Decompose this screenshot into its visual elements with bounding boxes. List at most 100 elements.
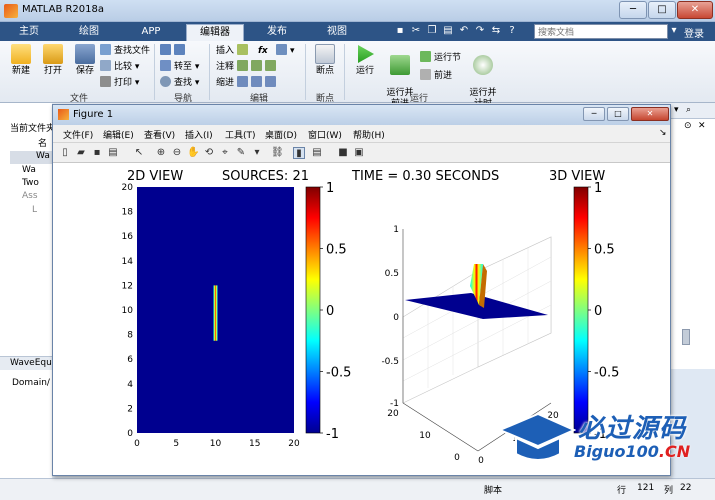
filter-icon[interactable]: ▾ — [668, 25, 680, 37]
run-section-icon — [420, 51, 431, 62]
y3d-tick-label: 10 — [419, 431, 431, 441]
file-item[interactable]: Ass — [22, 191, 38, 201]
pan-icon[interactable]: ✋ — [187, 147, 199, 159]
menu-tools[interactable]: 工具(T) — [225, 128, 256, 141]
file-item[interactable]: Wa — [10, 151, 52, 164]
file-item[interactable]: Wa — [22, 165, 36, 175]
rotate-3d-icon[interactable]: ⟲ — [203, 147, 215, 159]
file-item[interactable]: L — [32, 205, 37, 215]
find-button[interactable]: 查找 ▾ — [160, 76, 199, 90]
copy-quick-icon[interactable]: ❐ — [426, 25, 438, 37]
redo-quick-icon[interactable]: ↷ — [474, 25, 486, 37]
tab-apps[interactable]: APP — [128, 24, 174, 41]
domain-label: Domain/ — [12, 378, 50, 388]
brush-menu-icon[interactable]: ▾ — [251, 147, 263, 159]
link-plot-icon[interactable]: ⛓ — [271, 147, 284, 159]
colorbar-tick-label: -1 — [326, 427, 339, 442]
dock-arrow-icon[interactable]: ↘ — [659, 128, 667, 138]
tab-home[interactable]: 主页 — [6, 24, 52, 41]
data-cursor-icon[interactable]: ⌖ — [219, 147, 231, 159]
run-icon — [358, 45, 374, 63]
file-item[interactable]: Two — [22, 178, 39, 188]
switch-window-icon[interactable]: ⇆ — [490, 25, 502, 37]
save-figure-icon[interactable]: ▪ — [91, 147, 103, 159]
close-panel-icon[interactable]: ✕ — [698, 121, 706, 131]
show-plot-tools-icon[interactable]: ▣ — [353, 147, 365, 159]
colorbar-toggle-icon[interactable]: ▮ — [293, 147, 305, 159]
menu-window[interactable]: 窗口(W) — [308, 128, 342, 141]
colorbar-tick-label: 0 — [594, 304, 602, 319]
back-forward-buttons[interactable] — [160, 44, 188, 58]
close-button[interactable]: ✕ — [677, 1, 713, 19]
new-icon — [11, 44, 31, 64]
col-label: 列 — [664, 486, 674, 496]
help-quick-icon[interactable]: ? — [506, 25, 518, 37]
new-button[interactable]: 新建 — [6, 44, 36, 77]
undo-quick-icon[interactable]: ↶ — [458, 25, 470, 37]
colorbar-tick-label: 0 — [326, 304, 334, 319]
collapse-icon[interactable]: ⊙ — [684, 121, 692, 131]
new-figure-icon[interactable]: ▯ — [59, 147, 71, 159]
login-button[interactable]: 登录 — [684, 25, 704, 40]
print-figure-icon[interactable]: ▤ — [107, 147, 119, 159]
x-tick-label: 10 — [210, 439, 222, 449]
matlab-logo-icon — [4, 4, 18, 18]
zoom-in-icon[interactable]: ⊕ — [155, 147, 167, 159]
advance-icon — [420, 69, 431, 80]
col-value: 22 — [680, 483, 692, 493]
indent-button[interactable]: 缩进 — [216, 76, 279, 90]
open-button[interactable]: 打开 — [38, 44, 68, 77]
edit-plot-icon[interactable]: ↖ — [133, 147, 145, 159]
figure-icon — [58, 109, 69, 120]
open-file-icon[interactable]: ▰ — [75, 147, 87, 159]
brush-icon[interactable]: ✎ — [235, 147, 247, 159]
figure-close-button[interactable]: ✕ — [631, 107, 669, 121]
compare-icon — [100, 60, 111, 71]
comment-button[interactable]: 注释 — [216, 60, 279, 74]
insert-button[interactable]: 插入 — [216, 44, 251, 58]
tab-view[interactable]: 视图 — [314, 24, 360, 41]
print-button[interactable]: 打印 ▾ — [100, 76, 139, 90]
figure-maximize-button[interactable]: □ — [607, 107, 629, 121]
cut-quick-icon[interactable]: ✂ — [410, 25, 422, 37]
menu-insert[interactable]: 插入(I) — [185, 128, 213, 141]
find-files-button[interactable]: 查找文件 — [100, 44, 150, 58]
menu-edit[interactable]: 编辑(E) — [103, 128, 134, 141]
figure-title: Figure 1 — [73, 109, 114, 120]
menu-help[interactable]: 帮助(H) — [353, 128, 385, 141]
breakpoints-button[interactable]: 断点 — [310, 44, 340, 77]
run-button[interactable]: 运行 — [350, 44, 380, 77]
name-column-header[interactable]: 名 — [38, 136, 47, 149]
format-icon — [276, 44, 287, 55]
figure-minimize-button[interactable]: ─ — [583, 107, 605, 121]
search-folder-icon[interactable]: ⌕ — [686, 105, 691, 115]
menu-desktop[interactable]: 桌面(D) — [265, 128, 297, 141]
colorbar-tick-label: 1 — [326, 181, 334, 196]
save-quick-icon[interactable]: ▪ — [394, 25, 406, 37]
x-tick-label: 0 — [134, 439, 140, 449]
run-time-button[interactable]: 运行并 计时 — [466, 44, 500, 110]
minimize-button[interactable]: ─ — [619, 1, 647, 19]
source-line-mark — [213, 285, 218, 341]
scrollbar-thumb[interactable] — [682, 329, 690, 345]
hide-plot-tools-icon[interactable]: ■ — [337, 147, 349, 159]
maximize-button[interactable]: □ — [648, 1, 676, 19]
tab-editor[interactable]: 编辑器 — [186, 24, 244, 41]
tab-plots[interactable]: 绘图 — [66, 24, 112, 41]
advance-button[interactable]: 前进 — [420, 69, 452, 83]
zoom-out-icon[interactable]: ⊖ — [171, 147, 183, 159]
save-button[interactable]: 保存 — [70, 44, 100, 77]
compare-button[interactable]: 比较 ▾ — [100, 60, 139, 74]
run-section-button[interactable]: 运行节 — [420, 51, 461, 65]
menu-file[interactable]: 文件(F) — [63, 128, 93, 141]
tab-publish[interactable]: 发布 — [254, 24, 300, 41]
format-button[interactable]: ▾ — [276, 44, 295, 58]
legend-toggle-icon[interactable]: ▤ — [311, 147, 323, 159]
fx-button[interactable]: fx — [258, 44, 268, 58]
paste-quick-icon[interactable]: ▤ — [442, 25, 454, 37]
menu-view[interactable]: 查看(V) — [144, 128, 175, 141]
goto-button[interactable]: 转至 ▾ — [160, 60, 199, 74]
z-tick-label: 0.5 — [385, 269, 399, 279]
browse-icon[interactable]: ▾ — [674, 105, 679, 115]
search-input[interactable] — [534, 24, 668, 39]
